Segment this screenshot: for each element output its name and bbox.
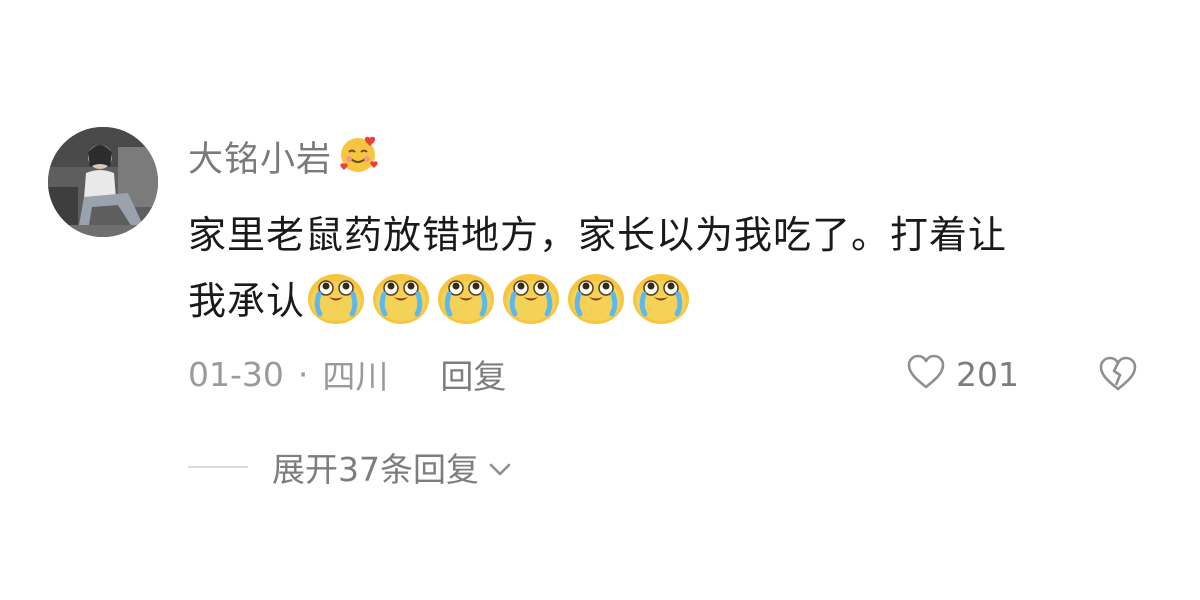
broken-heart-icon	[1098, 356, 1138, 397]
comment-text-line-2: 我承认	[188, 266, 1148, 332]
smiling-face-with-hearts-icon	[336, 132, 380, 180]
divider-line	[188, 466, 248, 468]
comment-location: 四川	[322, 357, 389, 396]
dislike-button[interactable]	[1098, 355, 1138, 395]
comment-text: 家里老鼠药放错地方，家长以为我吃了。打着让 我承认	[188, 204, 1148, 332]
username[interactable]: 大铭小岩	[188, 131, 332, 182]
expand-replies-button[interactable]: 展开37条回复	[272, 443, 513, 491]
meta-separator: ·	[297, 354, 309, 394]
like-count: 201	[956, 354, 1019, 394]
reply-button[interactable]: 回复	[440, 350, 506, 398]
heart-outline-icon	[906, 353, 946, 395]
loudly-crying-face-icon	[500, 266, 562, 328]
loudly-crying-face-icon	[630, 266, 692, 328]
expand-replies-row: 展开37条回复	[188, 444, 513, 490]
loudly-crying-face-icon	[565, 266, 627, 328]
loudly-crying-face-icon	[305, 266, 367, 328]
avatar[interactable]	[48, 127, 158, 237]
loudly-crying-face-icon	[435, 266, 497, 328]
emoji-group	[305, 274, 695, 324]
comment-text-line-1: 家里老鼠药放错地方，家长以为我吃了。打着让	[188, 213, 1008, 257]
comment-text-line-2-text: 我承认	[188, 279, 306, 323]
username-row: 大铭小岩	[188, 132, 380, 180]
comment-date: 01-30	[188, 354, 284, 394]
loudly-crying-face-icon	[370, 266, 432, 328]
comment-item: 大铭小岩 家里老鼠药放错地方，家长以为我吃了。打着让 我承认 01-30 · 四…	[0, 0, 1200, 600]
expand-replies-label: 展开37条回复	[272, 450, 479, 489]
like-button[interactable]: 201	[906, 352, 1019, 396]
meta-row: 01-30 · 四川 回复	[188, 350, 506, 398]
chevron-down-icon	[487, 448, 513, 487]
